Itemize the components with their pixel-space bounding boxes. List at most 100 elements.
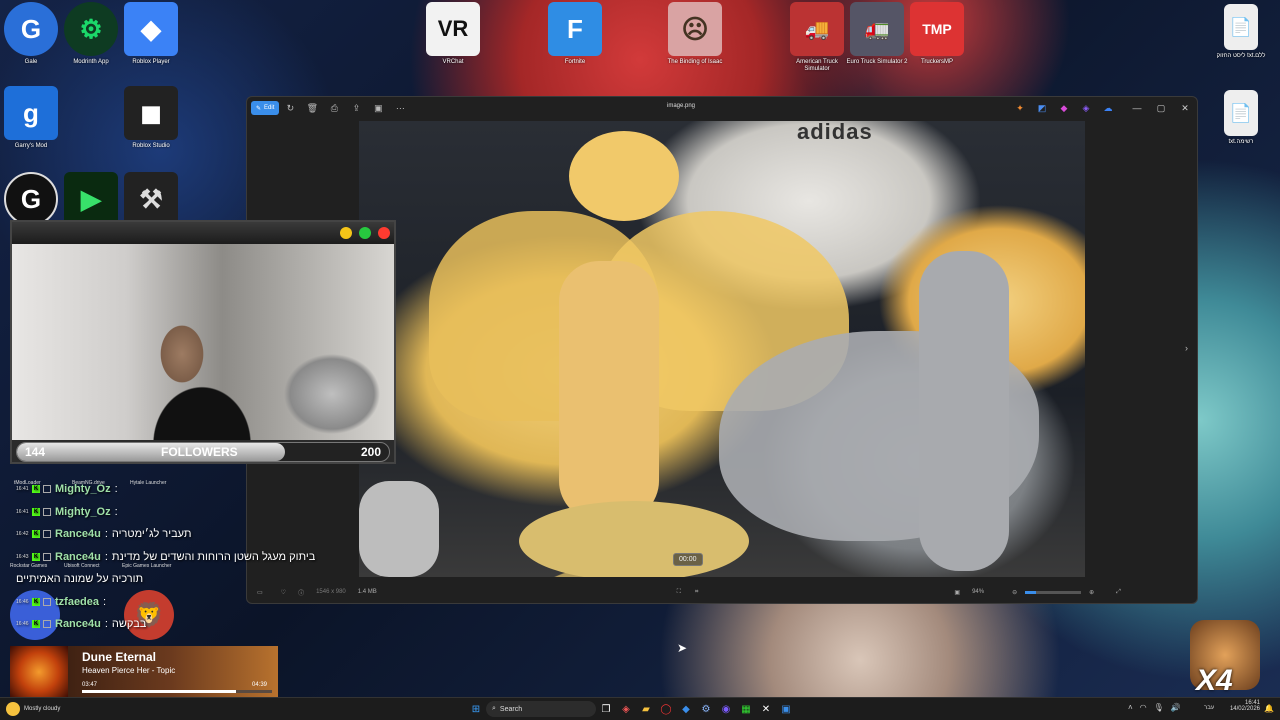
volume-icon[interactable]: 🔊	[1171, 703, 1181, 712]
app-taskbar-icon[interactable]: ✕	[756, 701, 776, 717]
desktop-icon-ats[interactable]: 🚚 American Truck Simulator	[786, 2, 848, 73]
desktop-icon-logitech[interactable]: G	[0, 172, 62, 226]
desktop-icon-isaac[interactable]: ☹ The Binding of Isaac	[664, 2, 726, 66]
user-badge-icon	[43, 485, 51, 494]
notification-icon[interactable]: 🔔	[1264, 704, 1274, 713]
desktop-icon-greenlauncher[interactable]: ▶	[60, 172, 122, 226]
file-size-text: 1.4 MB	[357, 589, 377, 595]
copilot-icon[interactable]: ✦	[1013, 101, 1027, 115]
tray-chevron-icon[interactable]: ˄	[1128, 703, 1133, 712]
desktop-icon-fortnite[interactable]: F Fortnite	[544, 2, 606, 66]
desktop-icon-roblox-studio[interactable]: ◼ Roblox Studio	[120, 86, 182, 150]
fortnite-icon: F	[548, 2, 602, 56]
figure-head	[569, 131, 679, 221]
photos-taskbar-icon[interactable]: ▣	[776, 701, 796, 717]
slideshow-icon[interactable]: ▣	[367, 100, 389, 116]
fit-icon[interactable]: ⛶	[677, 589, 681, 596]
chat-username[interactable]: tzfaedea	[55, 596, 99, 608]
fit-window-icon[interactable]: ▣	[954, 589, 960, 596]
minecraft-icon[interactable]: ▦	[736, 701, 756, 717]
clock[interactable]: 16:41 14/02/2026	[1226, 700, 1260, 712]
chat-message: תורכיה על שמונה האמיתיים	[0, 568, 360, 591]
desktop-icon-gmod[interactable]: g Garry's Mod	[0, 86, 62, 150]
designer-icon[interactable]: ◆	[1057, 101, 1071, 115]
brave-taskbar-icon[interactable]: ◈	[616, 701, 636, 717]
grey-figure-body	[919, 251, 1009, 571]
more-icon[interactable]: ⋯	[389, 100, 411, 116]
start-icon[interactable]: ⊞	[466, 701, 486, 717]
task-view-icon[interactable]: ❐	[596, 701, 616, 717]
clipchamp-icon[interactable]: ◈	[1079, 101, 1093, 115]
chat-text: תעביר לג׳ימטריה	[111, 528, 192, 541]
search-box[interactable]: ⌕ Search	[486, 701, 596, 717]
close-button[interactable]: ✕	[1173, 100, 1197, 116]
zoom-out-icon[interactable]: ⊖	[1012, 589, 1017, 596]
user-badge-icon	[43, 530, 51, 539]
zoom-slider[interactable]	[1025, 590, 1082, 594]
kick-badge-icon: K	[32, 530, 40, 539]
zoom-in-icon[interactable]: ⊕	[1089, 589, 1094, 596]
print-icon[interactable]: ⎙	[323, 100, 345, 116]
chat-username[interactable]: Rance4u	[55, 618, 101, 630]
gale-icon: G	[4, 2, 58, 56]
isaac-icon: ☹	[668, 2, 722, 56]
desktop-icon-modrinth[interactable]: ⚙ Modrinth App	[60, 2, 122, 66]
viewer-toolbar: ✎ Edit ↻ 🗑 ⎙ ⇪ ▣ ⋯ image.png ✦ ◩ ◆ ◈ ☁ —…	[247, 97, 1197, 119]
chat-message: 16:46 K Rance4u: בבקשה	[0, 613, 360, 636]
crop-icon[interactable]: ⌗	[695, 589, 698, 596]
wifi-icon[interactable]: ◠	[1140, 703, 1147, 712]
chat-username[interactable]: Rance4u	[55, 528, 101, 540]
machine-part	[359, 481, 439, 577]
opera-icon[interactable]: ◯	[656, 701, 676, 717]
fullscreen-icon[interactable]: ⤢	[1116, 589, 1121, 596]
chat-username[interactable]: Mighty_Oz	[55, 506, 111, 518]
followers-current: 144	[25, 445, 46, 459]
taskbar: Mostly cloudy ⊞ ⌕ Search ❐ ◈ ▰ ◯ ◆ ⚙ ◉ ▦…	[0, 697, 1280, 720]
onedrive-icon[interactable]: ☁	[1101, 101, 1115, 115]
share-icon[interactable]: ⇪	[345, 100, 367, 116]
minimize-button[interactable]: —	[1125, 100, 1149, 116]
desktop-icon-truckersmp[interactable]: TMP TruckersMP	[906, 2, 968, 66]
ats-icon: 🚚	[790, 2, 844, 56]
desktop-icon-gale[interactable]: G Gale	[0, 2, 62, 66]
chat-colon: :	[104, 618, 108, 631]
next-image-arrow[interactable]: ›	[1185, 343, 1188, 353]
displayed-image[interactable]: adidas 00:00	[359, 121, 1085, 577]
track-progress-fill	[82, 690, 236, 693]
discord-icon[interactable]: ◉	[716, 701, 736, 717]
file-explorer-icon[interactable]: ▰	[636, 701, 656, 717]
maximize-button[interactable]: ▢	[1149, 100, 1173, 116]
chat-message: 16:42 K Rance4u: תעביר לג׳ימטריה	[0, 523, 360, 546]
chat-time: 16:41	[16, 508, 29, 515]
gmod-icon: g	[4, 86, 58, 140]
vscode-icon[interactable]: ◆	[676, 701, 696, 717]
steam-icon[interactable]: ⚙	[696, 701, 716, 717]
desktop-icon-roblox-player[interactable]: ◆ Roblox Player	[120, 2, 182, 66]
roblox-studio-icon: ◼	[124, 86, 178, 140]
language-indicator[interactable]: עבר	[1204, 705, 1214, 711]
chat-text: בבקשה	[111, 618, 147, 631]
chat-username[interactable]: Rance4u	[55, 551, 101, 563]
chat-time: 16:46	[16, 621, 29, 628]
desktop-icon-ets2[interactable]: 🚛 Euro Truck Simulator 2	[846, 2, 908, 66]
weather-icon[interactable]	[6, 702, 20, 716]
delete-icon[interactable]: 🗑	[301, 100, 323, 116]
chat-username[interactable]: Mighty_Oz	[55, 483, 111, 495]
overlay-brand: X4	[1196, 664, 1233, 697]
photo-brand-text: adidas	[797, 121, 873, 144]
chat-time: 16:41	[16, 486, 29, 493]
kick-badge-icon: K	[32, 620, 40, 629]
edit-button[interactable]: ✎ Edit	[251, 101, 280, 115]
edit-with-ai-icon[interactable]: ◩	[1035, 101, 1049, 115]
mic-icon[interactable]: 🎙	[1154, 703, 1164, 712]
anvil-icon: ⚒	[124, 172, 178, 226]
desktop-icon-vrchat[interactable]: VR VRChat	[422, 2, 484, 66]
rotate-icon[interactable]: ↻	[279, 100, 301, 116]
weather-text[interactable]: Mostly cloudy	[24, 706, 60, 712]
desktop-icon-text-file-1[interactable]: 📄 ליסט החזוק txt.ללם	[1210, 4, 1272, 60]
webcam-overlay: 144 FOLLOWERS 200	[10, 220, 396, 464]
desktop-icon-text-file-2[interactable]: 📄 txt.רשימה	[1210, 90, 1272, 146]
zoom-level[interactable]: 94%	[972, 589, 984, 595]
chat-colon: :	[104, 528, 108, 541]
desktop-icon-anvil[interactable]: ⚒	[120, 172, 182, 226]
